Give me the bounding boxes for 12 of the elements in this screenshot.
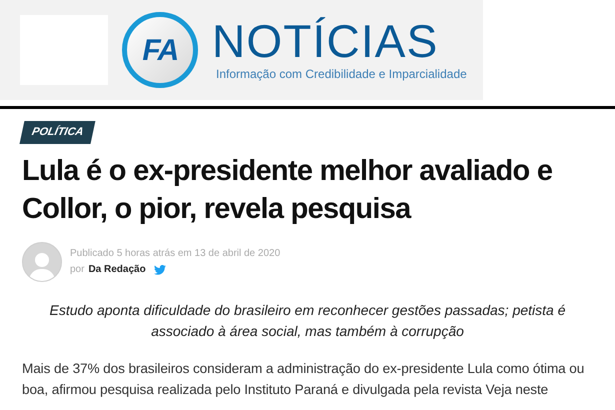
- logo-name: NOTÍCIAS: [212, 17, 440, 65]
- logo-tagline: Informação com Credibilidade e Imparcialidade: [216, 66, 467, 83]
- article-subtitle: Estudo aponta dificuldade do brasileiro em reconhecer gestões passadas; petista é associado à área social, mas também à corrupção: [48, 300, 566, 341]
- article-body: Mais de 37% dos brasileiros consideram a administração do ex-presidente Lula como ótima ou boa, afirmou pesquisa realizada pelo Instituto Paraná e divulgada pela revista Veja neste: [22, 360, 586, 399]
- logo-mark: FA: [142, 32, 178, 68]
- headline: Lula é o ex-presidente melhor avaliado e Collor, o pior, revela pesquisa: [22, 154, 554, 226]
- twitter-icon[interactable]: [154, 264, 166, 274]
- publish-date: Publicado 5 horas atrás em 13 de abril de 2020: [70, 246, 280, 260]
- avatar: [22, 242, 62, 282]
- byline-prefix: por: [70, 262, 84, 276]
- category-tag[interactable]: POLÍTICA: [20, 121, 96, 144]
- author-link[interactable]: Da Redação: [88, 262, 146, 278]
